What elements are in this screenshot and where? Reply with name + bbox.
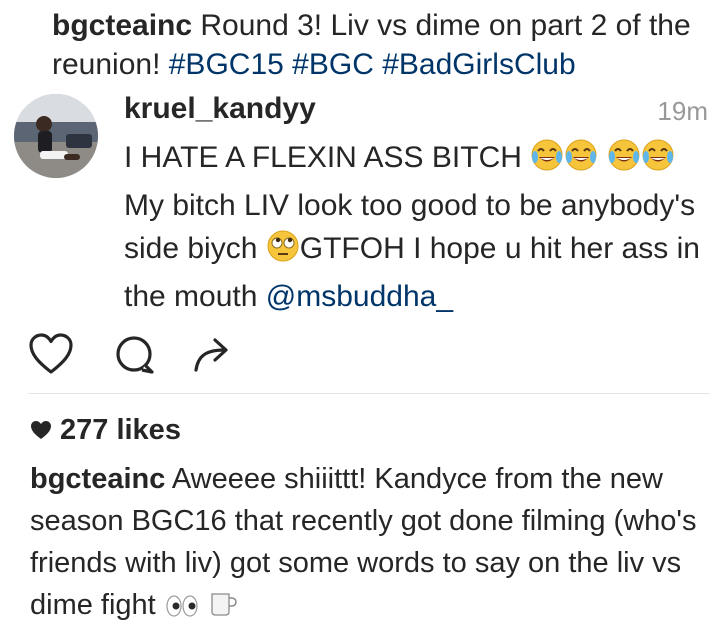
comment-timestamp: 19m [657, 96, 708, 126]
top-caption: bgcteainc Round 3! Liv vs dime on part 2… [52, 6, 712, 84]
eyes-emoji [164, 589, 200, 631]
comment: kruel_kandyy 19m I HATE A FLEXIN ASS BIT… [14, 90, 714, 313]
comment-text: I HATE A FLEXIN ASS BITCH My bitch LIV l… [124, 136, 709, 318]
likes-count[interactable]: 277 likes [30, 414, 181, 447]
tears-of-joy-emoji [641, 138, 675, 184]
tears-of-joy-emoji [530, 138, 564, 184]
likes-label: 277 likes [60, 414, 181, 446]
bottom-caption: bgcteainc Aweeee shiiittt! Kandyce from … [30, 458, 710, 631]
top-caption-username[interactable]: bgcteainc [52, 9, 192, 42]
tears-of-joy-emoji [607, 138, 641, 184]
comment-icon[interactable] [112, 332, 158, 381]
rolling-eyes-emoji [266, 229, 300, 275]
mention-link[interactable]: @msbuddha_ [266, 280, 453, 313]
hashtag-bgc15[interactable]: #BGC15 [169, 48, 284, 81]
divider [28, 393, 710, 394]
action-bar [28, 332, 328, 376]
avatar-photo [14, 94, 98, 178]
heart-icon[interactable] [28, 332, 74, 381]
avatar[interactable] [14, 94, 98, 178]
share-icon[interactable] [190, 332, 236, 381]
comment-text-part1: I HATE A FLEXIN ASS BITCH [124, 141, 531, 174]
tears-of-joy-emoji [564, 138, 598, 184]
bottom-caption-username[interactable]: bgcteainc [30, 463, 165, 495]
filled-heart-icon [31, 421, 51, 439]
coffee-cup-emoji [208, 589, 238, 631]
comment-username[interactable]: kruel_kandyy [124, 92, 316, 126]
hashtag-bgc[interactable]: #BGC [292, 48, 374, 81]
hashtag-badgirlsclub[interactable]: #BadGirlsClub [382, 48, 575, 81]
